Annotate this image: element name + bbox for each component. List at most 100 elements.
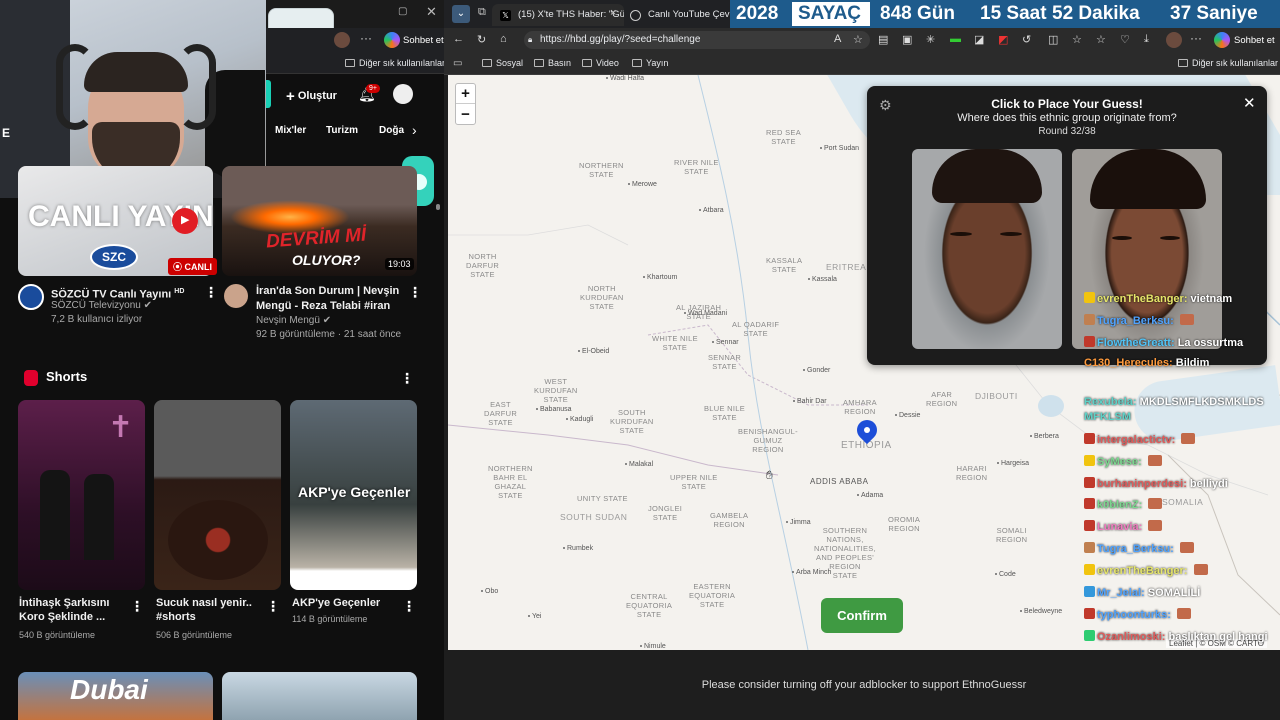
other-favorites[interactable]: Diğer sık kullanılanlar — [1192, 58, 1278, 68]
chat-separator: : — [1138, 521, 1146, 533]
cross-icon: ✝ — [108, 411, 134, 444]
tab-youtube-ceviri[interactable]: Canlı YouTube Çeviri - A — [622, 4, 734, 26]
extension-icon[interactable]: ◩ — [998, 33, 1008, 46]
copilot-chat-label[interactable]: Sohbet et — [403, 35, 444, 46]
confirm-button[interactable]: Confirm — [821, 598, 903, 633]
chip-tourism[interactable]: Turizm — [326, 125, 358, 136]
city-sennar: Sennar — [712, 339, 739, 346]
close-window-icon[interactable]: ✕ — [426, 4, 437, 20]
split-screen-icon[interactable]: ◫ — [1048, 33, 1058, 46]
extension-icon[interactable]: ▤ — [878, 33, 888, 46]
fav-sosyal[interactable]: Sosyal — [496, 58, 523, 68]
fav-basin[interactable]: Basın — [548, 58, 571, 68]
region-north-kordofan: NORTH KURDUFAN STATE — [580, 284, 624, 311]
city-atbara: Atbara — [699, 207, 724, 214]
video-thumbnail-helicopters[interactable] — [222, 672, 417, 720]
chat-separator: : — [1171, 434, 1179, 446]
extension-icon[interactable]: ↺ — [1022, 33, 1031, 46]
copilot-icon[interactable] — [1214, 32, 1230, 48]
chevron-right-icon[interactable]: › — [412, 122, 417, 138]
extension-icon[interactable]: ▬ — [950, 33, 961, 45]
close-tab-icon[interactable]: × — [610, 7, 616, 19]
workspaces-icon[interactable]: ⧉ — [478, 6, 486, 19]
heart-icon[interactable]: ♡ — [1120, 33, 1130, 46]
channel-name-nevsin[interactable]: Nevşin Mengü ✔︎ — [256, 314, 331, 328]
video-title-iran-2[interactable]: Mengü - Reza Telabi #iran — [256, 299, 390, 314]
extension-icon[interactable]: ✳ — [926, 33, 935, 46]
short-menu-icon[interactable]: ⋮ — [402, 598, 416, 615]
country-somalia: SOMALIA — [1162, 497, 1204, 507]
create-button[interactable]: + Oluştur — [286, 88, 337, 105]
chat-message: burhaninperdesi: belliydi — [1084, 477, 1228, 490]
tab-icon[interactable]: ▭ — [453, 58, 462, 69]
channel-avatar-sozcu[interactable] — [18, 284, 44, 310]
chat-badge-icon — [1084, 630, 1095, 641]
region-upper-nile: UPPER NILE STATE — [670, 473, 718, 491]
short-title-3a[interactable]: AKP'ye Geçenler — [292, 596, 380, 611]
more-icon[interactable]: ··· — [360, 31, 372, 45]
profile-avatar[interactable] — [1166, 32, 1182, 48]
short-title-1b[interactable]: Koro Şeklinde ... — [19, 610, 105, 625]
chip-mixes[interactable]: Mix'ler — [275, 125, 306, 136]
region-northern: NORTHERN STATE — [579, 161, 624, 179]
region-south-kurdufan: SOUTH KURDUFAN STATE — [610, 408, 654, 435]
address-bar[interactable]: 🔒︎ https://hbd.gg/play/?seed=challenge — [524, 31, 870, 49]
translate-icon[interactable]: A — [834, 33, 841, 45]
notification-count: 9+ — [366, 84, 380, 93]
copilot-chat-label[interactable]: Sohbet et — [1234, 35, 1275, 46]
video-title-iran-1[interactable]: İran'da Son Durum | Nevşin — [256, 284, 399, 299]
shorts-menu-icon[interactable]: ⋮ — [400, 370, 414, 387]
live-badge: ⦿ CANLI — [168, 258, 218, 275]
short-title-2a[interactable]: Sucuk nasıl yenir.. — [156, 596, 252, 611]
chat-username: k0blenZ — [1097, 499, 1139, 511]
chat-separator: : — [1183, 293, 1191, 305]
video-menu-icon[interactable]: ⋮ — [408, 284, 422, 301]
city-merowe: Merowe — [628, 181, 657, 188]
scrollbar[interactable] — [434, 200, 440, 710]
city-wad-madani: Wad Madani — [684, 310, 727, 317]
folder-icon — [482, 59, 492, 67]
chat-username: Rexubela — [1084, 396, 1133, 408]
city-addis-ababa: ADDIS ABABA — [810, 477, 869, 486]
collections-icon[interactable]: ☆ — [1096, 33, 1106, 46]
chat-badge-icon — [1084, 586, 1095, 597]
star-icon[interactable]: ☆ — [853, 33, 863, 46]
account-avatar[interactable] — [393, 84, 413, 104]
chat-emote-icon — [1148, 520, 1163, 531]
short-menu-icon[interactable]: ⋮ — [266, 598, 280, 615]
chat-text: başlıktan gel hangi — [1168, 631, 1268, 643]
region-west-kurdufan: WEST KURDUFAN STATE — [534, 377, 578, 404]
chip-nature[interactable]: Doğa — [379, 125, 404, 136]
channel-avatar-nevsin[interactable] — [224, 284, 248, 308]
short-title-2b[interactable]: #shorts — [156, 610, 196, 625]
copilot-icon[interactable] — [384, 32, 400, 48]
restore-icon[interactable]: ▢ — [398, 6, 407, 17]
tab-actions-icon[interactable]: ⌄ — [452, 5, 470, 23]
fav-video[interactable]: Video — [596, 58, 619, 68]
side-indicator — [266, 80, 271, 108]
extension-icon[interactable]: ◪ — [974, 33, 984, 46]
scrollbar-thumb[interactable] — [436, 204, 440, 210]
fav-yayin[interactable]: Yayın — [646, 58, 668, 68]
short-menu-icon[interactable]: ⋮ — [130, 598, 144, 615]
eye — [950, 232, 972, 236]
home-icon[interactable]: ⌂ — [500, 33, 507, 45]
favorites-icon[interactable]: ☆ — [1072, 33, 1082, 46]
verified-icon: ✔︎ — [143, 300, 153, 311]
profile-avatar[interactable] — [334, 32, 350, 48]
tab-x-ths[interactable]: 𝕏 (15) X'te THS Haber: "Gü — [492, 4, 624, 26]
more-icon[interactable]: ··· — [1190, 31, 1202, 45]
other-favorites[interactable]: Diğer sık kullanılanlar — [359, 58, 445, 68]
chat-separator: : — [1183, 565, 1191, 577]
channel-name-sozcu[interactable]: SÖZCÜ Televizyonu ✔︎ — [51, 299, 152, 313]
zoom-out-button[interactable]: − — [456, 105, 475, 125]
reload-icon[interactable]: ↻ — [477, 33, 486, 46]
back-icon[interactable]: ← — [453, 33, 464, 45]
tab-label: (15) X'te THS Haber: "Gü — [518, 9, 624, 20]
short-title-1a[interactable]: İntihaşk Şarkısını — [19, 596, 109, 611]
video-menu-icon[interactable]: ⋮ — [204, 284, 218, 301]
zoom-in-button[interactable]: + — [456, 84, 475, 104]
downloads-icon[interactable]: ⤓ — [1144, 33, 1149, 46]
chat-emote-icon — [1148, 498, 1163, 509]
extension-icon[interactable]: ▣ — [902, 33, 912, 46]
